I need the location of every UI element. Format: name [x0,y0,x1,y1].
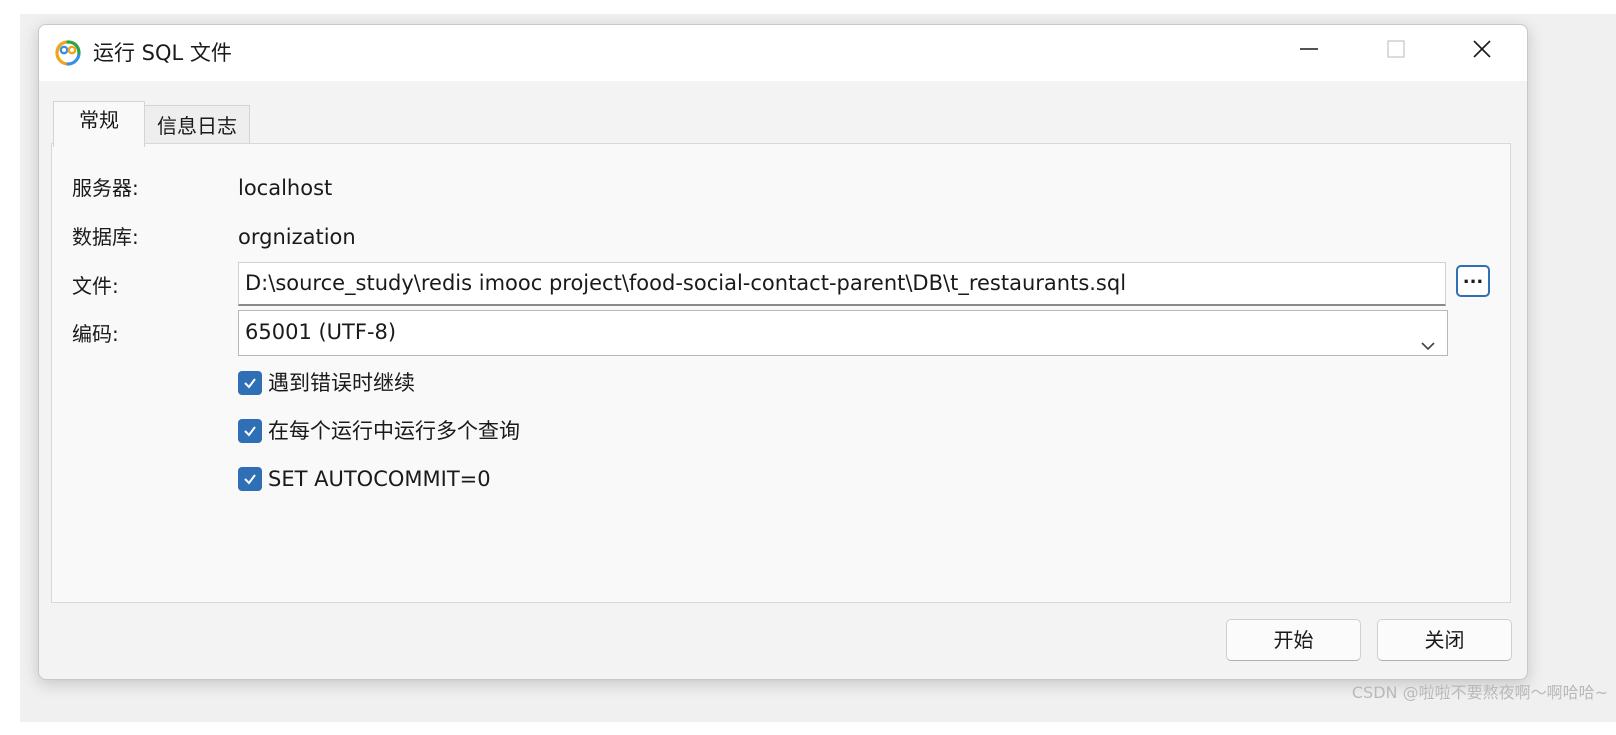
option-label: SET AUTOCOMMIT=0 [268,467,491,491]
window-title: 运行 SQL 文件 [93,41,232,65]
close-button[interactable]: 关闭 [1377,619,1512,661]
encoding-label: 编码: [72,322,119,346]
close-window-button[interactable] [1450,25,1514,77]
encoding-selected-value: 65001 (UTF-8) [245,320,397,344]
file-path-input[interactable]: D:\source_study\redis imooc project\food… [238,262,1446,306]
tab-message-log[interactable]: 信息日志 [145,105,250,145]
run-sql-file-dialog: 运行 SQL 文件 常规 信息日志 服务器: localhost 数据库: or… [38,24,1528,680]
option-label: 在每个运行中运行多个查询 [268,419,520,443]
general-panel: 服务器: localhost 数据库: orgnization 文件: D:\s… [51,143,1511,603]
checkbox-multiple-queries[interactable] [238,419,262,443]
watermark-text: CSDN @啦啦不要熬夜啊～啊哈哈~ [1351,683,1608,702]
database-label: 数据库: [72,225,139,249]
minimize-icon [1298,38,1320,64]
option-continue-on-error[interactable]: 遇到错误时继续 [238,368,415,398]
close-icon [1471,38,1493,64]
checkbox-autocommit[interactable] [238,467,262,491]
encoding-select[interactable]: 65001 (UTF-8) [238,310,1448,356]
navicat-app-icon [53,38,83,68]
server-value: localhost [238,176,333,200]
tab-general[interactable]: 常规 [53,101,145,147]
option-multiple-queries[interactable]: 在每个运行中运行多个查询 [238,416,520,446]
server-label: 服务器: [72,176,139,200]
option-label: 遇到错误时继续 [268,371,415,395]
file-label: 文件: [72,274,119,298]
check-icon [244,426,256,437]
database-value: orgnization [238,225,356,249]
check-icon [244,474,256,485]
minimize-button[interactable] [1277,25,1341,77]
option-autocommit[interactable]: SET AUTOCOMMIT=0 [238,464,491,494]
maximize-icon [1385,38,1407,64]
browse-file-button[interactable]: ... [1456,265,1490,297]
check-icon [244,378,256,389]
chevron-down-icon [1419,325,1437,351]
maximize-button[interactable] [1364,25,1428,77]
checkbox-continue-on-error[interactable] [238,371,262,395]
title-bar: 运行 SQL 文件 [39,25,1527,81]
start-button[interactable]: 开始 [1226,619,1361,661]
